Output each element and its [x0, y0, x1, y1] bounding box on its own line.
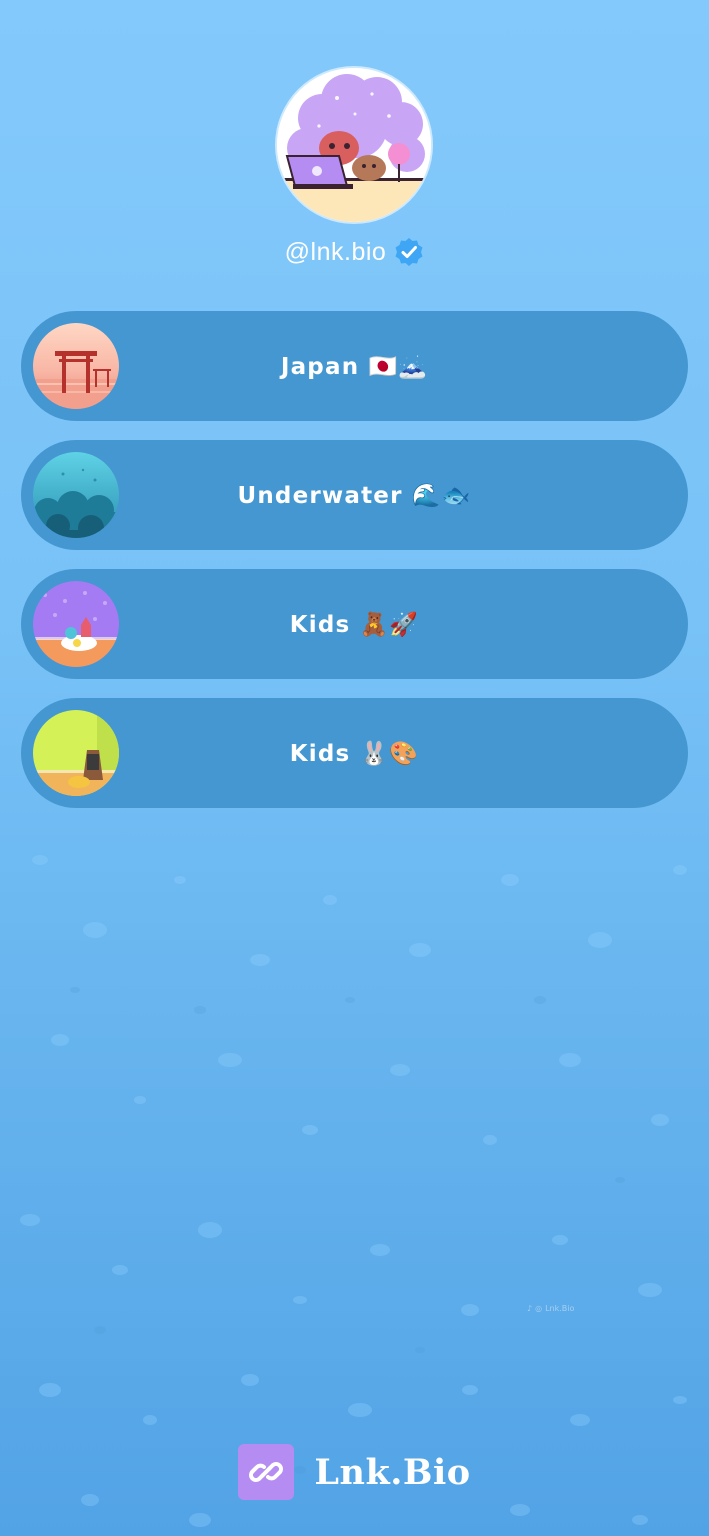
link-label: Underwater 🌊🐟 — [237, 482, 472, 509]
brand-footer[interactable]: Lnk.Bio — [0, 1444, 709, 1500]
easel-room-thumb-icon — [33, 710, 119, 796]
link-thumbnail — [33, 581, 119, 667]
toys-room-thumb-icon — [33, 581, 119, 667]
avatar-illustration-icon — [277, 68, 431, 222]
link-list: Japan 🇯🇵🗻 Underwater 🌊🐟 Kids 🧸🚀 Kids 🐰🎨 — [21, 311, 688, 827]
link-button-kids-toys[interactable]: Kids 🧸🚀 — [21, 569, 688, 679]
link-label: Kids 🐰🎨 — [289, 740, 420, 767]
link-button-japan[interactable]: Japan 🇯🇵🗻 — [21, 311, 688, 421]
instagram-icon: ◎ — [535, 1304, 543, 1313]
brand-logo — [238, 1444, 295, 1500]
underwater-thumb-icon — [33, 452, 119, 538]
link-thumbnail — [33, 710, 119, 796]
link-label: Kids 🧸🚀 — [289, 611, 420, 638]
profile-handle: @lnk.bio — [284, 237, 387, 266]
link-thumbnail — [33, 452, 119, 538]
tiktok-icon: ♪ — [527, 1304, 533, 1313]
profile-avatar[interactable] — [277, 68, 431, 222]
link-label: Japan 🇯🇵🗻 — [280, 353, 429, 380]
social-watermark: ♪ ◎ Lnk.Bio — [527, 1304, 574, 1313]
torii-gate-thumb-icon — [33, 323, 119, 409]
link-thumbnail — [33, 323, 119, 409]
link-chain-icon — [249, 1462, 284, 1482]
brand-name: Lnk.Bio — [314, 1451, 471, 1493]
link-button-kids-art[interactable]: Kids 🐰🎨 — [21, 698, 688, 808]
link-button-underwater[interactable]: Underwater 🌊🐟 — [21, 440, 688, 550]
verified-badge-icon — [395, 238, 423, 266]
handle-row: @lnk.bio — [0, 232, 709, 272]
watermark-text: Lnk.Bio — [545, 1304, 575, 1313]
